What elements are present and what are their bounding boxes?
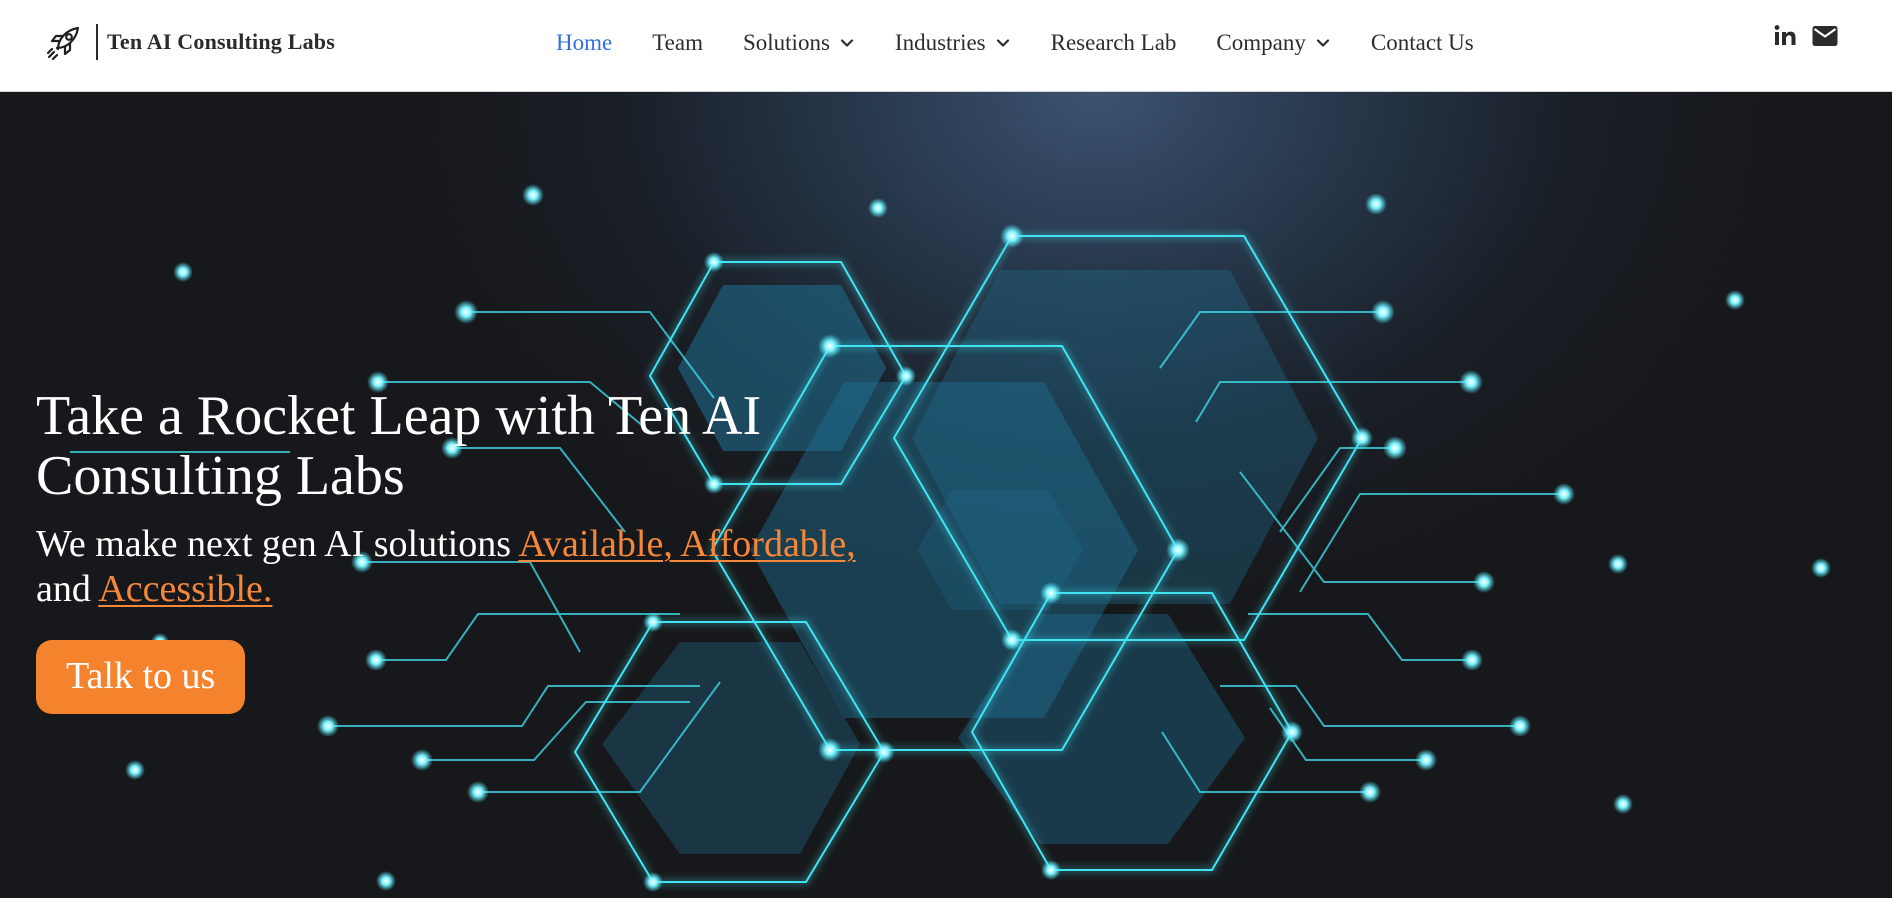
highlight-available-affordable[interactable]: Available, Affordable, <box>518 523 855 565</box>
linkedin-icon[interactable] <box>1771 22 1799 50</box>
chevron-down-icon <box>1316 39 1329 47</box>
nav-research-lab-label: Research Lab <box>1050 30 1177 55</box>
nav-research-lab[interactable]: Research Lab <box>1051 30 1177 56</box>
nav-team-label: Team <box>652 30 703 55</box>
main-nav: Home Team Solutions Industries Research … <box>556 0 1474 86</box>
mail-icon[interactable] <box>1811 22 1839 50</box>
chevron-down-icon <box>840 39 854 47</box>
nav-solutions[interactable]: Solutions <box>743 30 855 56</box>
nav-company-label: Company <box>1216 30 1306 55</box>
brand-name: Ten AI Consulting Labs <box>107 29 335 54</box>
nav-contact-us[interactable]: Contact Us <box>1371 30 1474 56</box>
nav-company[interactable]: Company <box>1216 30 1330 56</box>
hero-content: Take a Rocket Leap with Ten AI Consultin… <box>36 386 916 714</box>
nav-team[interactable]: Team <box>652 30 703 56</box>
social-links <box>1759 22 1839 50</box>
chevron-down-icon <box>996 39 1009 47</box>
talk-to-us-button[interactable]: Talk to us <box>36 640 246 714</box>
hero-subtitle-mid: and <box>36 568 99 610</box>
nav-solutions-label: Solutions <box>742 30 830 55</box>
nav-contact-us-label: Contact Us <box>1370 30 1474 55</box>
hero-subtitle: We make next gen AI solutions Available,… <box>36 522 916 612</box>
brand-divider <box>96 24 98 60</box>
highlight-accessible[interactable]: Accessible. <box>98 568 272 610</box>
rocket-icon <box>46 26 80 61</box>
nav-home-label: Home <box>556 30 613 55</box>
nav-industries-label: Industries <box>894 30 986 55</box>
top-navbar: Ten AI Consulting Labs Home Team Solutio… <box>0 0 1892 92</box>
nav-home[interactable]: Home <box>556 30 612 56</box>
hero-title: Take a Rocket Leap with Ten AI Consultin… <box>36 385 762 507</box>
brand[interactable]: Ten AI Consulting Labs <box>44 22 335 62</box>
hero-subtitle-prefix: We make next gen AI solutions <box>36 523 519 565</box>
hero-section: Take a Rocket Leap with Ten AI Consultin… <box>0 92 1892 898</box>
nav-industries[interactable]: Industries <box>895 30 1011 56</box>
